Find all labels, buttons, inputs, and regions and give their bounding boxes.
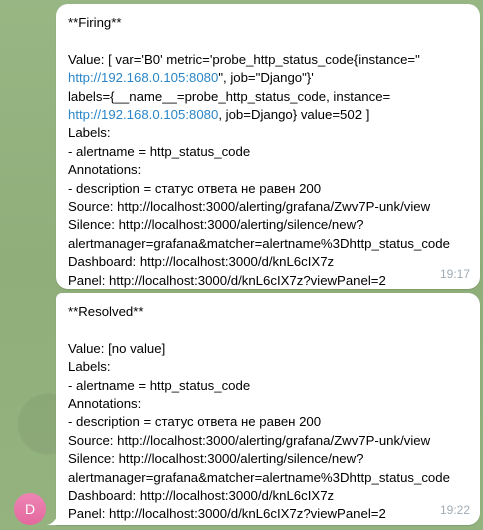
annotations-heading: Annotations: <box>68 162 142 178</box>
value-text-suffix: ", job="Django"}' <box>218 70 314 86</box>
labels-line: labels={__name__=probe_http_status_code,… <box>68 88 391 104</box>
description-line: - description = статус ответа не равен 2… <box>68 414 322 430</box>
bubble-tail-icon <box>47 513 59 525</box>
labels-text-suffix: , job=Django} value=502 ] <box>218 107 370 123</box>
message-bubble-resolved[interactable]: **Resolved** Value: [no value] Labels: -… <box>56 293 480 525</box>
message-heading: **Resolved** <box>68 304 144 319</box>
instance-link[interactable]: http://192.168.0.105:8080 <box>68 107 218 122</box>
message-heading: **Firing** <box>68 15 122 30</box>
value-line-cont: http://192.168.0.105:8080", job="Django"… <box>68 69 468 87</box>
dashboard-line: Dashboard: http://localhost:3000/d/knL6c… <box>68 488 335 504</box>
silence-line-cont: alertmanager=grafana&matcher=alertname%3… <box>68 469 450 485</box>
value-text: Value: [ var='B0' metric='probe_http_sta… <box>68 51 420 67</box>
avatar-initial: D <box>24 501 36 517</box>
value-line: Value: [ var='B0' metric='probe_http_sta… <box>68 51 468 69</box>
dashboard-line: Dashboard: http://localhost:3000/d/knL6c… <box>68 254 335 270</box>
panel-line: Panel: http://localhost:3000/d/knL6cIX7z… <box>68 506 386 522</box>
value-line: Value: [no value] <box>68 340 166 356</box>
description-line: - description = статус ответа не равен 2… <box>68 180 322 196</box>
silence-line: Silence: http://localhost:3000/alerting/… <box>68 451 364 467</box>
message-bubble-firing[interactable]: **Firing** Value: [ var='B0' metric='pro… <box>56 4 480 289</box>
annotations-heading: Annotations: <box>68 396 142 412</box>
labels-heading: Labels: <box>68 359 111 375</box>
instance-link[interactable]: http://192.168.0.105:8080 <box>68 70 218 85</box>
silence-line-cont: alertmanager=grafana&matcher=alertname%3… <box>68 235 450 251</box>
alertname-line: - alertname = http_status_code <box>68 377 251 393</box>
chat-area: **Firing** Value: [ var='B0' metric='pro… <box>0 0 483 530</box>
panel-line: Panel: http://localhost:3000/d/knL6cIX7z… <box>68 272 386 288</box>
message-timestamp: 19:22 <box>439 502 470 517</box>
avatar[interactable]: D <box>14 493 46 525</box>
alertname-line: - alertname = http_status_code <box>68 143 251 159</box>
labels-line-cont: http://192.168.0.105:8080, job=Django} v… <box>68 106 468 124</box>
message-timestamp: 19:17 <box>439 266 470 281</box>
silence-line: Silence: http://localhost:3000/alerting/… <box>68 217 364 233</box>
labels-heading: Labels: <box>68 125 111 141</box>
source-line: Source: http://localhost:3000/alerting/g… <box>68 432 431 448</box>
source-line: Source: http://localhost:3000/alerting/g… <box>68 199 431 215</box>
